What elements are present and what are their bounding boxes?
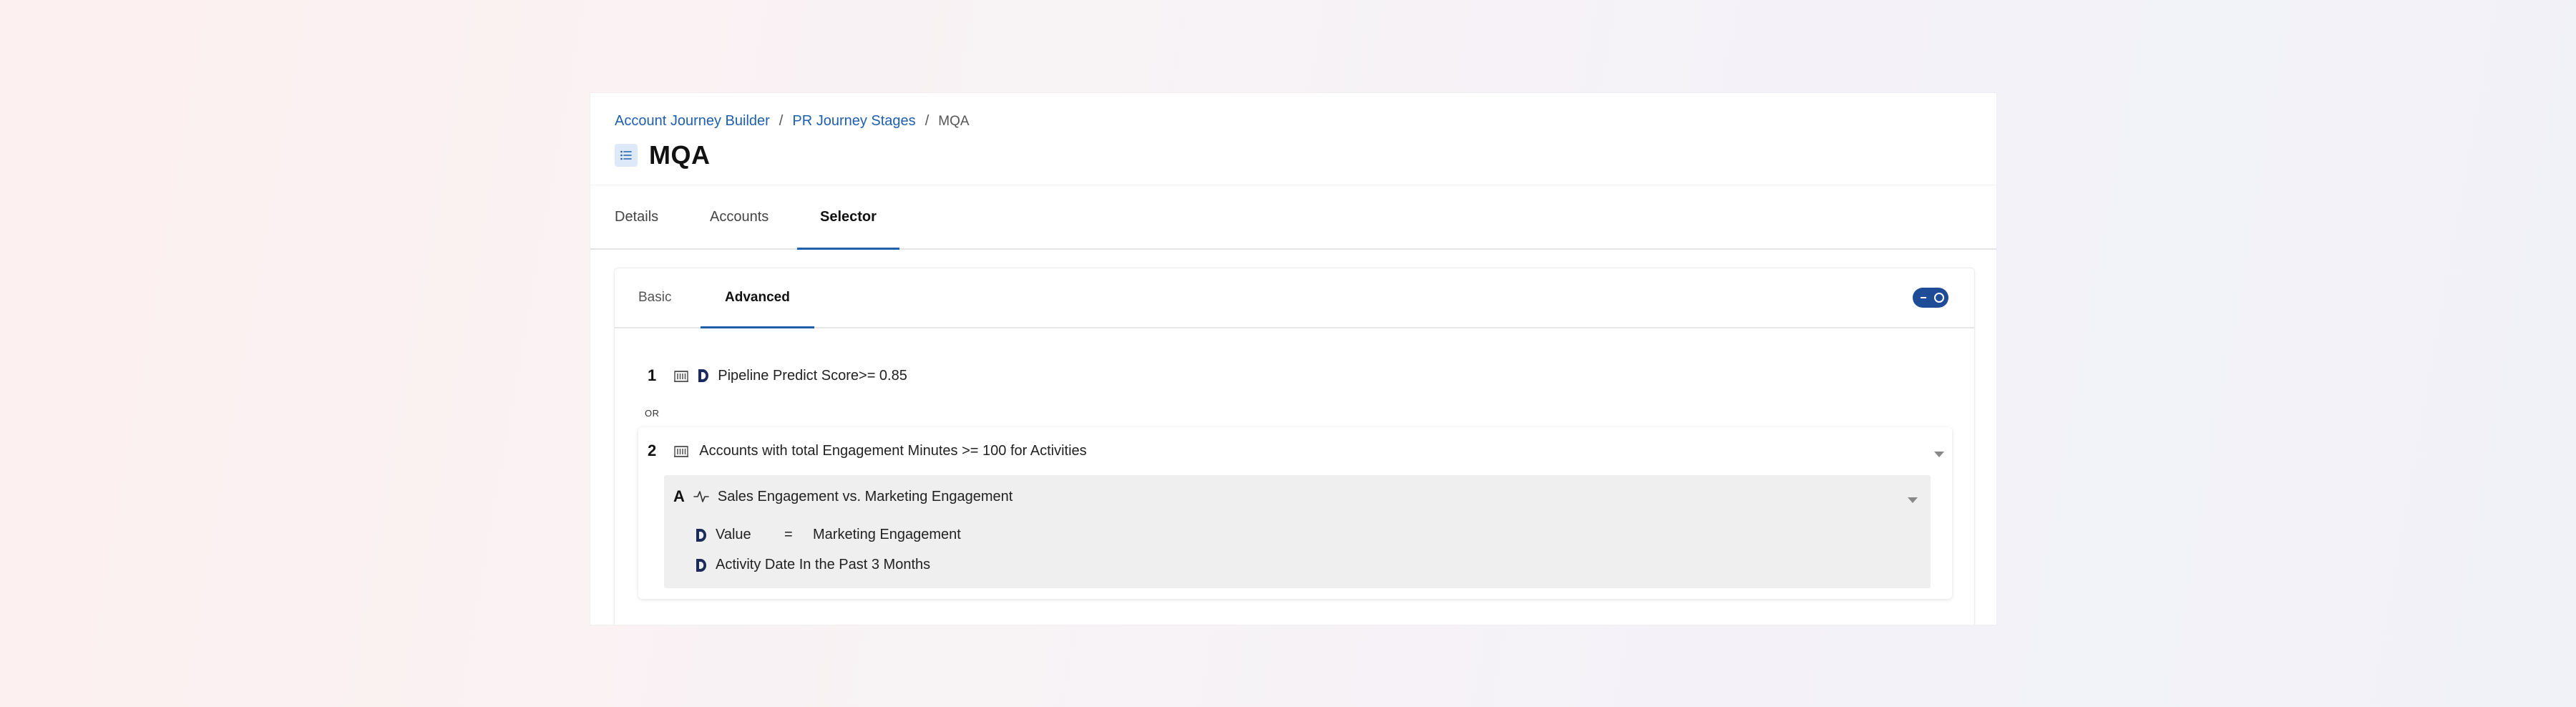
group-text: Accounts with total Engagement Minutes >…	[699, 442, 1087, 459]
activity-icon	[693, 489, 709, 504]
condition-value: Marketing Engagement	[813, 527, 961, 542]
d-logo-icon	[694, 527, 708, 543]
d-logo-icon	[696, 368, 711, 384]
breadcrumb-current: MQA	[938, 113, 970, 129]
chevron-down-icon[interactable]	[1934, 452, 1944, 457]
condition-row-activity-date[interactable]: Activity Date In the Past 3 Months	[694, 557, 930, 573]
page-title: MQA	[649, 140, 711, 170]
rule-number: 1	[648, 366, 657, 384]
sub-group-title: Sales Engagement vs. Marketing Engagemen…	[717, 488, 1013, 504]
toggle-dash	[1921, 297, 1926, 298]
tab-details[interactable]: Details	[615, 185, 658, 248]
condition-row-value[interactable]: Value = Marketing Engagement	[694, 527, 961, 543]
d-logo-icon	[694, 557, 708, 573]
selector-panel: Basic Advanced 1 Pipeline Predict Score>…	[614, 268, 1975, 625]
rule-text: Pipeline Predict Score>= 0.85	[718, 367, 907, 384]
or-connector: OR	[645, 408, 660, 419]
tab-basic[interactable]: Basic	[638, 268, 671, 327]
condition-operator: =	[784, 527, 793, 542]
toggle-knob	[1934, 293, 1944, 303]
chevron-down-icon[interactable]	[1908, 497, 1918, 503]
rule-group-2: 2 Accounts with total Engagement Minutes…	[638, 427, 1952, 599]
list-icon	[615, 144, 638, 167]
breadcrumb-separator: /	[779, 113, 784, 129]
condition-field: Value	[716, 527, 751, 542]
page-header: MQA	[615, 140, 711, 170]
breadcrumb: Account Journey Builder / PR Journey Sta…	[615, 113, 970, 130]
group-header[interactable]: 2 Accounts with total Engagement Minutes…	[648, 442, 1087, 460]
tab-advanced[interactable]: Advanced	[701, 268, 814, 328]
sub-group-header[interactable]: A Sales Engagement vs. Marketing Engagem…	[673, 487, 1013, 506]
sub-group-letter: A	[673, 487, 685, 505]
selector-sub-tabs: Basic Advanced	[615, 268, 1974, 328]
building-icon	[673, 444, 689, 458]
tab-selector[interactable]: Selector	[797, 185, 899, 250]
journey-stage-card: Account Journey Builder / PR Journey Sta…	[590, 93, 1996, 625]
advanced-mode-toggle[interactable]	[1913, 288, 1948, 308]
rule-row-1[interactable]: 1 Pipeline Predict Score>= 0.85	[648, 366, 907, 385]
sub-group-a: A Sales Engagement vs. Marketing Engagem…	[664, 475, 1931, 588]
breadcrumb-link-pr-journey-stages[interactable]: PR Journey Stages	[792, 113, 915, 130]
main-tabs: Details Accounts Selector	[590, 185, 1996, 250]
condition-text: Activity Date In the Past 3 Months	[716, 557, 931, 572]
rule-number: 2	[648, 442, 657, 459]
tab-accounts[interactable]: Accounts	[710, 185, 769, 248]
breadcrumb-separator: /	[924, 113, 930, 129]
building-icon	[673, 369, 689, 383]
breadcrumb-link-account-journey-builder[interactable]: Account Journey Builder	[615, 113, 770, 130]
